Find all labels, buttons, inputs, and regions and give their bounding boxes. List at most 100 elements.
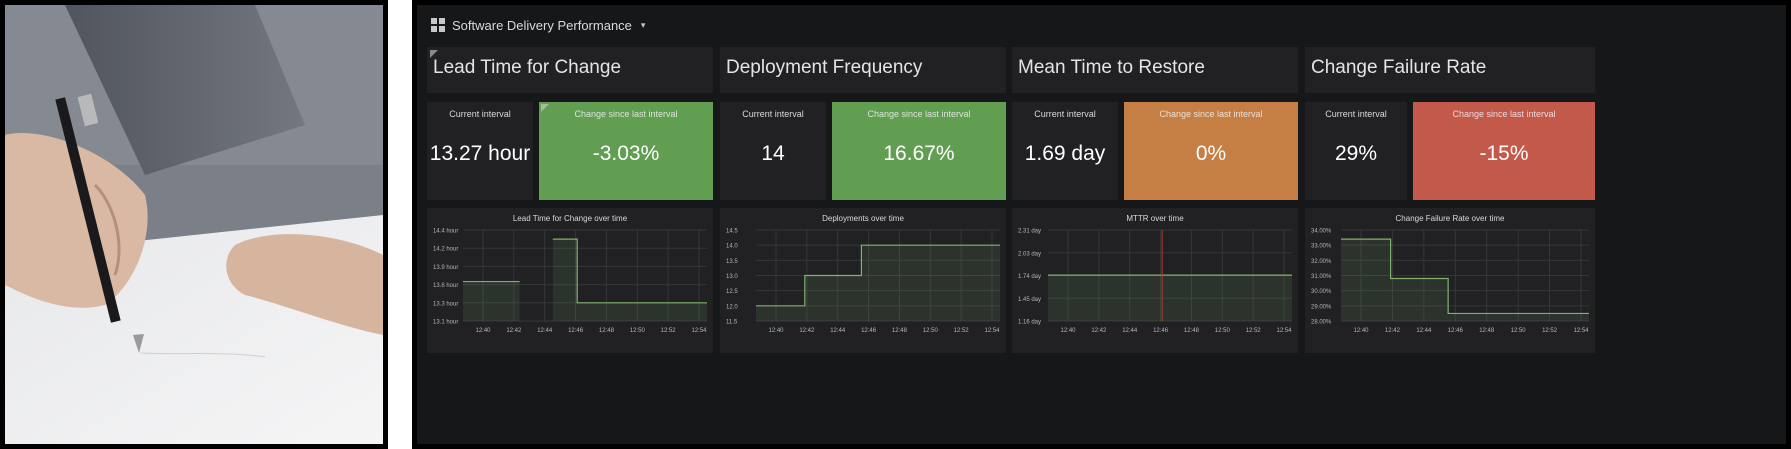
change-since-last-stat[interactable]: Change since last interval 16.67% xyxy=(832,102,1006,200)
x-tick-label: 12:48 xyxy=(892,328,908,334)
y-tick-label: 14.5 xyxy=(726,229,738,235)
graph-panel[interactable]: MTTR over time 2.31 day 2.03 day 1.74 day 1… xyxy=(1012,208,1298,353)
current-interval-value: 1.69 day xyxy=(1024,142,1106,165)
dashboard-canvas: Software Delivery Performance ▾ Lead Tim… xyxy=(417,5,1786,444)
change-since-last-label: Change since last interval xyxy=(1159,109,1263,119)
change-since-last-label: Change since last interval xyxy=(574,109,678,119)
time-series-chart: 2.31 day 2.03 day 1.74 day 1.45 day 1.16 day… xyxy=(1018,229,1292,335)
x-tick-label: 12:40 xyxy=(768,328,784,334)
y-tick-label: 13.5 xyxy=(726,259,738,265)
y-tick-label: 28.00% xyxy=(1311,320,1332,326)
series-area xyxy=(463,281,520,321)
y-tick-label: 14.0 xyxy=(726,244,738,250)
x-tick-label: 12:54 xyxy=(984,328,1000,334)
change-since-last-stat[interactable]: Change since last interval -15% xyxy=(1413,102,1595,200)
dashboard-title: Software Delivery Performance xyxy=(452,17,632,33)
y-tick-label: 13.3 hour xyxy=(433,301,458,307)
x-tick-label: 12:42 xyxy=(506,328,522,334)
change-since-last-value: 16.67% xyxy=(883,142,955,165)
graph-panel[interactable]: Deployments over time 14.5 14.0 13.5 13.0 12… xyxy=(720,208,1006,353)
y-tick-label: 13.1 hour xyxy=(433,320,458,326)
section-title: Change Failure Rate xyxy=(1311,57,1487,78)
x-tick-label: 12:40 xyxy=(475,328,491,334)
x-tick-label: 12:42 xyxy=(1091,328,1107,334)
time-series-chart: 34.00% 33.00% 32.00% 31.00% 30.00% 29.00% 28.0… xyxy=(1311,229,1589,335)
x-tick-label: 12:46 xyxy=(568,328,584,334)
change-since-last-stat[interactable]: Change since last interval 0% xyxy=(1124,102,1298,200)
x-tick-label: 12:44 xyxy=(1416,328,1432,334)
x-tick-label: 12:48 xyxy=(1479,328,1495,334)
time-series-chart: 14.4 hour 14.2 hour 13.9 hour 13.6 hour 13.3… xyxy=(433,229,707,335)
current-interval-stat[interactable]: Current interval 14 xyxy=(720,102,826,200)
y-tick-label: 1.16 day xyxy=(1018,320,1041,326)
change-since-last-value: -3.03% xyxy=(592,142,660,165)
y-tick-label: 14.4 hour xyxy=(433,229,458,235)
series-area xyxy=(1048,275,1292,321)
x-tick-label: 12:46 xyxy=(1448,328,1464,334)
x-tick-label: 12:44 xyxy=(537,328,553,334)
graph-panel[interactable]: Change Failure Rate over time 34.00% 33.0… xyxy=(1305,208,1595,353)
y-tick-label: 12.5 xyxy=(726,289,738,295)
time-series-chart: 14.5 14.0 13.5 13.0 12.5 12.0 11.5 12:40 12:42 12… xyxy=(726,229,1000,335)
y-tick-label: 12.0 xyxy=(726,304,738,310)
y-tick-label: 1.74 day xyxy=(1018,274,1041,280)
series-area xyxy=(756,245,1000,321)
y-tick-label: 2.03 day xyxy=(1018,251,1041,257)
x-tick-label: 12:50 xyxy=(1215,328,1231,334)
y-tick-label: 31.00% xyxy=(1311,274,1332,280)
stat-row: Current interval 29% Change since last i… xyxy=(1305,102,1595,200)
panel-column: Lead Time for Change Current interval 13… xyxy=(427,47,713,353)
stat-row: Current interval 1.69 day Change since l… xyxy=(1012,102,1298,200)
panel-column: Deployment Frequency Current interval 14… xyxy=(720,47,1006,353)
x-tick-label: 12:40 xyxy=(1353,328,1369,334)
x-tick-label: 12:50 xyxy=(923,328,939,334)
y-tick-label: 13.6 hour xyxy=(433,283,458,289)
y-tick-label: 1.45 day xyxy=(1018,297,1041,303)
x-tick-label: 12:44 xyxy=(1122,328,1138,334)
x-tick-label: 12:42 xyxy=(799,328,815,334)
graph-panel[interactable]: Lead Time for Change over time 14.4 hour… xyxy=(427,208,713,353)
y-tick-label: 29.00% xyxy=(1311,304,1332,310)
y-tick-label: 13.9 hour xyxy=(433,265,458,271)
section-title: Deployment Frequency xyxy=(726,57,923,78)
stat-row: Current interval 13.27 hour Change since… xyxy=(427,102,713,200)
x-tick-label: 12:52 xyxy=(661,328,677,334)
panel-column: Mean Time to Restore Current interval 1.… xyxy=(1012,47,1298,353)
current-interval-stat[interactable]: Current interval 29% xyxy=(1305,102,1407,200)
y-tick-label: 11.5 xyxy=(726,320,738,326)
x-tick-label: 12:40 xyxy=(1060,328,1076,334)
y-tick-label: 13.0 xyxy=(726,274,738,280)
x-tick-label: 12:46 xyxy=(861,328,877,334)
x-tick-label: 12:50 xyxy=(630,328,646,334)
section-title: Lead Time for Change xyxy=(433,57,622,78)
x-tick-label: 12:46 xyxy=(1153,328,1169,334)
x-tick-label: 12:54 xyxy=(691,328,707,334)
section-title-panel[interactable]: Change Failure Rate xyxy=(1305,47,1595,93)
current-interval-label: Current interval xyxy=(1034,109,1096,119)
y-tick-label: 2.31 day xyxy=(1018,229,1041,235)
dashboard-picker[interactable]: Software Delivery Performance ▾ xyxy=(431,15,645,35)
current-interval-stat[interactable]: Current interval 13.27 hour xyxy=(427,102,533,200)
current-interval-label: Current interval xyxy=(1325,109,1387,119)
caret-down-icon: ▾ xyxy=(640,19,646,30)
current-interval-label: Current interval xyxy=(449,109,511,119)
x-tick-label: 12:52 xyxy=(954,328,970,334)
section-title-panel[interactable]: Mean Time to Restore xyxy=(1012,47,1298,93)
current-interval-label: Current interval xyxy=(742,109,804,119)
x-tick-label: 12:48 xyxy=(1184,328,1200,334)
x-tick-label: 12:52 xyxy=(1542,328,1558,334)
x-tick-label: 12:44 xyxy=(830,328,846,334)
section-title-panel[interactable]: Deployment Frequency xyxy=(720,47,1006,93)
series-area xyxy=(1341,239,1589,321)
stat-row: Current interval 14 Change since last in… xyxy=(720,102,1006,200)
current-interval-stat[interactable]: Current interval 1.69 day xyxy=(1012,102,1118,200)
x-tick-label: 12:48 xyxy=(599,328,615,334)
x-tick-label: 12:54 xyxy=(1573,328,1589,334)
x-tick-label: 12:52 xyxy=(1246,328,1262,334)
dashboard-grid-icon xyxy=(431,18,445,32)
x-tick-label: 12:54 xyxy=(1276,328,1292,334)
change-since-last-value: -15% xyxy=(1479,142,1529,165)
change-since-last-stat[interactable]: Change since last interval -3.03% xyxy=(539,102,713,200)
section-title-panel[interactable]: Lead Time for Change xyxy=(427,47,713,93)
dashboard-screenshot: Software Delivery Performance ▾ Lead Tim… xyxy=(412,0,1791,449)
